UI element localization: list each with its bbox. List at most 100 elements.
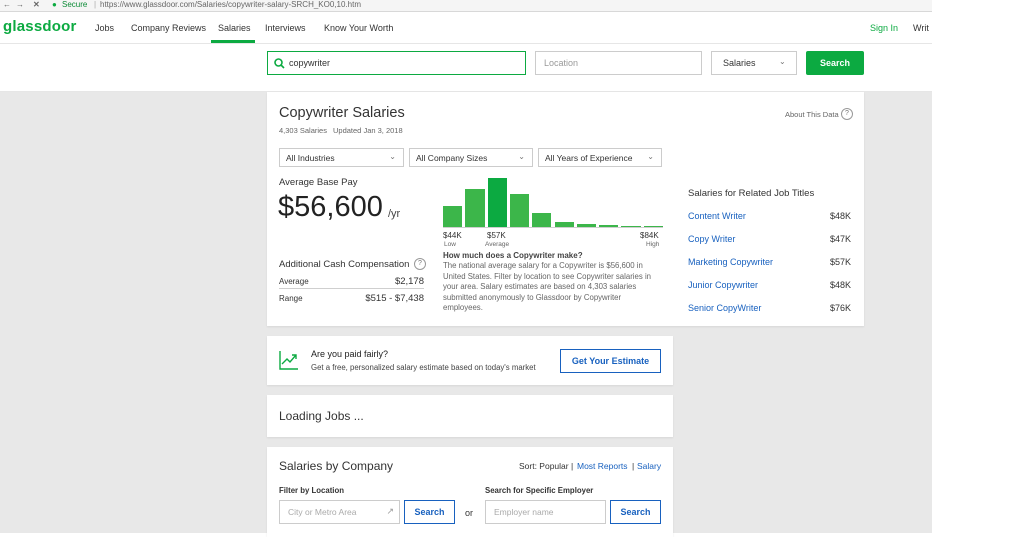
glassdoor-logo[interactable]: glassdoor (3, 18, 76, 35)
related-title-link[interactable]: Marketing Copywriter (688, 257, 773, 267)
back-icon[interactable]: ← (3, 0, 11, 10)
filter-industries[interactable]: All Industries ⌄ (279, 148, 404, 167)
url-divider: | (94, 0, 97, 9)
sign-in-link[interactable]: Sign In (870, 23, 898, 33)
histogram-high-value: $84K (640, 231, 659, 240)
page-title: Copywriter Salaries (279, 105, 405, 121)
sort-separator: | (632, 461, 635, 471)
location-input[interactable]: Location (535, 51, 702, 75)
average-base-pay-unit: /yr (388, 208, 401, 220)
salary-histogram (443, 178, 663, 227)
paid-fairly-title: Are you paid fairly? (311, 349, 389, 359)
nav-interviews[interactable]: Interviews (265, 23, 306, 33)
nav-salaries[interactable]: Salaries (218, 23, 251, 33)
average-base-pay-value: $56,600 (278, 191, 383, 223)
or-separator: or (465, 508, 474, 518)
sort-salary-link[interactable]: Salary (637, 461, 661, 471)
related-title-salary: $76K (829, 303, 851, 313)
histogram-high-label: High (646, 241, 660, 248)
keyword-search-input[interactable]: copywriter (267, 51, 526, 75)
nav-know-your-worth[interactable]: Know Your Worth (324, 23, 393, 33)
jobs-card: Loading Jobs ... (267, 395, 673, 437)
additional-cash-title: Additional Cash Compensation (279, 259, 410, 270)
filter-company-sizes[interactable]: All Company Sizes ⌄ (409, 148, 533, 167)
category-value: Salaries (723, 58, 756, 68)
help-icon[interactable]: ? (841, 108, 853, 120)
related-title-salary: $48K (829, 211, 851, 221)
filter-location-label: Filter by Location (279, 486, 344, 495)
location-placeholder: Location (544, 58, 579, 68)
cash-divider (279, 288, 424, 289)
sort-label: Sort: Popular | (519, 461, 574, 471)
paid-fairly-subtitle: Get a free, personalized salary estimate… (311, 363, 536, 372)
lock-icon: ● (52, 0, 57, 9)
loading-jobs-text: Loading Jobs ... (279, 409, 364, 423)
nav-jobs[interactable]: Jobs (95, 23, 114, 33)
updated-date: Updated Jan 3, 2018 (333, 126, 403, 135)
location-search-button[interactable]: Search (404, 500, 455, 524)
get-estimate-button[interactable]: Get Your Estimate (560, 349, 661, 373)
salary-summary-card: Copywriter Salaries 4,303 Salaries Updat… (267, 92, 864, 326)
keyword-value: copywriter (289, 58, 331, 68)
search-bar: copywriter Location Salaries ⌄ Search (0, 44, 932, 92)
stop-icon[interactable]: ✕ (33, 0, 40, 10)
nav-company-reviews[interactable]: Company Reviews (131, 23, 206, 33)
histogram-baseline (443, 227, 663, 228)
sort-most-reports-link[interactable]: Most Reports (577, 461, 628, 471)
locate-arrow-icon: ↗ (386, 506, 394, 516)
filter-industries-label: All Industries (286, 153, 335, 163)
faq-answer: The national average salary for a Copywr… (443, 261, 652, 313)
chevron-down-icon: ⌄ (647, 152, 654, 161)
help-icon[interactable]: ? (414, 258, 426, 270)
secure-label: Secure (62, 0, 88, 9)
employer-search-button[interactable]: Search (610, 500, 661, 524)
histogram-bar (509, 194, 530, 227)
related-title-link[interactable]: Senior CopyWriter (688, 303, 761, 313)
histogram-bar (487, 178, 507, 227)
filter-experience-label: All Years of Experience (545, 153, 633, 163)
city-input[interactable]: City or Metro Area ↗ (279, 500, 400, 524)
salaries-by-company-card: Salaries by Company Sort: Popular | Most… (267, 447, 673, 537)
right-blank-area (932, 0, 1032, 533)
histogram-bar (443, 206, 463, 227)
url-text[interactable]: https://www.glassdoor.com/Salaries/copyw… (100, 0, 361, 10)
related-title-salary: $57K (829, 257, 851, 267)
cash-range-label: Range (279, 294, 303, 303)
related-title-link[interactable]: Copy Writer (688, 234, 735, 244)
related-title-salary: $47K (829, 234, 851, 244)
salary-count: 4,303 Salaries (279, 126, 327, 135)
write-link[interactable]: Writ (913, 23, 929, 33)
section-title: Salaries by Company (279, 459, 394, 473)
employer-search-label: Search for Specific Employer (485, 486, 594, 495)
paid-fairly-card: Are you paid fairly? Get a free, persona… (267, 336, 673, 385)
city-placeholder: City or Metro Area (288, 507, 357, 517)
related-title-salary: $48K (829, 280, 851, 290)
histogram-low-label: Low (444, 241, 456, 248)
faq-question: How much does a Copywriter make? (443, 251, 583, 260)
histogram-bar (532, 213, 552, 227)
cash-average-label: Average (279, 277, 309, 286)
chevron-down-icon: ⌄ (518, 152, 525, 161)
cash-range-value: $515 - $7,438 (365, 293, 424, 304)
search-icon (274, 58, 285, 69)
histogram-low-value: $44K (443, 231, 462, 240)
chevron-down-icon: ⌄ (389, 152, 396, 161)
filter-experience[interactable]: All Years of Experience ⌄ (538, 148, 662, 167)
forward-icon[interactable]: → (16, 0, 24, 10)
related-title-link[interactable]: Junior Copywriter (688, 280, 758, 290)
histogram-average-label: Average (485, 241, 510, 248)
histogram-average-value: $57K (487, 231, 506, 240)
related-title-link[interactable]: Content Writer (688, 211, 746, 221)
search-button[interactable]: Search (806, 51, 864, 75)
related-titles-heading: Salaries for Related Job Titles (688, 188, 815, 199)
chevron-down-icon: ⌄ (779, 57, 786, 66)
employer-input[interactable]: Employer name (485, 500, 606, 524)
cash-average-value: $2,178 (394, 276, 424, 287)
chart-growth-icon (279, 351, 298, 370)
browser-address-bar: ← → ✕ ● Secure | https://www.glassdoor.c… (0, 0, 932, 12)
average-base-pay-label: Average Base Pay (279, 177, 358, 188)
category-select[interactable]: Salaries ⌄ (711, 51, 797, 75)
histogram-bar (465, 189, 485, 227)
employer-placeholder: Employer name (494, 507, 554, 517)
about-data-link[interactable]: About This Data (785, 110, 839, 119)
